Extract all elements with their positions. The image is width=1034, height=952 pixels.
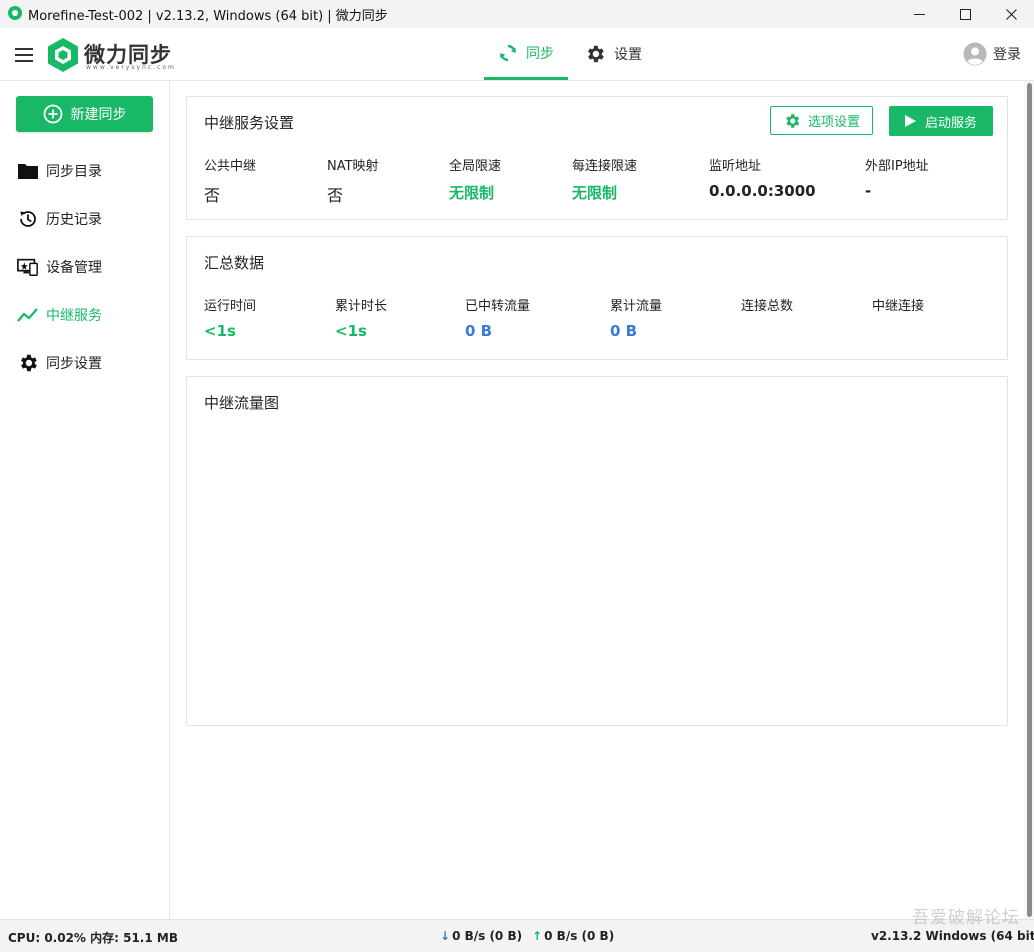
main-scrollbar[interactable] [1024,81,1034,919]
options-settings-label: 选项设置 [807,115,860,130]
stat-per-connection-limit: 每连接限速 无限制 [572,155,637,203]
options-settings-button[interactable]: 选项设置 [770,106,873,135]
cpu-memory-status: CPU: 0.02% 内存: 51.1 MB [8,931,178,945]
stat-value: 无限制 [572,184,618,202]
download-rate: 0 B/s (0 B) [452,929,523,943]
close-button[interactable] [988,0,1034,28]
user-avatar-icon [963,42,987,66]
stat-label: 累计时长 [335,299,388,314]
login-label: 登录 [993,47,1021,63]
stat-external-ip: 外部IP地址 - [865,155,929,200]
brand-url: www.verysync.com [86,64,176,71]
stat-public-relay: 公共中继 否 [204,155,256,206]
stat-value: - [865,182,872,200]
main-content: 中继服务设置 选项设置 启动服务 公共中继 否 NAT映射 否 全局限速 无限制… [170,81,1024,919]
sidebar-item-relay-service[interactable]: 中继服务 [0,295,169,335]
stat-label: 连接总数 [741,299,794,314]
card-title: 中继流量图 [204,394,280,412]
menu-icon[interactable] [15,48,33,62]
stat-total-duration: 累计时长 <1s [335,295,387,340]
stat-label: 外部IP地址 [865,159,929,174]
sidebar-item-label: 中继服务 [46,308,102,324]
tab-settings-label: 设置 [614,47,642,63]
card-title: 中继服务设置 [204,114,295,132]
status-bar: CPU: 0.02% 内存: 51.1 MB ↓ 0 B/s (0 B) ↑ 0… [0,919,1034,952]
sidebar-item-sync-settings[interactable]: 同步设置 [0,343,169,383]
app-icon [8,6,22,20]
sidebar: 新建同步 同步目录 历史记录 设备管理 中继服务 同步设置 [0,81,170,919]
summary-card: 汇总数据 运行时间 <1s 累计时长 <1s 已中转流量 0 B 累计流量 0 … [186,236,1008,360]
sidebar-item-history[interactable]: 历史记录 [0,199,169,239]
forum-watermark: 吾爱破解论坛 [912,908,1020,928]
stat-label: 监听地址 [709,159,762,174]
stat-relay-connections: 中继连接 [872,295,924,322]
stat-value: 0 B [465,322,493,340]
stat-value: <1s [204,322,236,340]
stat-label: 全局限速 [449,159,502,174]
card-title: 汇总数据 [204,254,265,272]
stat-label: 中继连接 [872,299,925,314]
stat-uptime: 运行时间 <1s [204,295,256,340]
sync-icon [500,44,516,61]
sidebar-item-devices[interactable]: 设备管理 [0,247,169,287]
logo-icon [48,38,78,72]
stat-value: 无限制 [449,184,495,202]
upload-arrow-icon: ↑ [532,929,543,943]
stat-total-traffic: 累计流量 0 B [610,295,662,340]
start-service-label: 启动服务 [924,115,977,131]
history-icon [17,208,39,230]
relay-settings-card: 中继服务设置 选项设置 启动服务 公共中继 否 NAT映射 否 全局限速 无限制… [186,96,1008,220]
stat-listen-address: 监听地址 0.0.0.0:3000 [709,155,816,200]
new-sync-label: 新建同步 [70,107,127,123]
gear-icon [17,352,39,374]
stat-nat-mapping: NAT映射 否 [327,155,379,206]
stat-value: 否 [204,186,221,205]
app-header: 微力同步 www.verysync.com 同步 设置 登录 [0,28,1034,81]
gear-icon [786,113,800,128]
transfer-rate-status: ↓ 0 B/s (0 B) ↑ 0 B/s (0 B) [440,929,614,943]
tab-settings[interactable]: 设置 [578,28,648,80]
login-button[interactable]: 登录 [963,42,1021,66]
stat-value: 否 [327,186,344,205]
window-title: Morefine-Test-002 | v2.13.2, Windows (64… [28,9,388,24]
sidebar-item-label: 同步目录 [46,164,102,180]
version-status: v2.13.2 Windows (64 bit) [871,929,1034,943]
gear-icon [588,45,604,63]
minimize-button[interactable] [896,0,942,28]
window-titlebar: Morefine-Test-002 | v2.13.2, Windows (64… [0,0,1034,28]
stat-label: 已中转流量 [465,299,531,314]
stat-label: 累计流量 [610,299,663,314]
download-arrow-icon: ↓ [440,929,451,943]
stat-label: 运行时间 [204,299,257,314]
folder-icon [17,160,39,182]
close-icon [1005,8,1017,20]
sidebar-item-label: 同步设置 [46,356,102,372]
sidebar-item-label: 历史记录 [46,212,102,228]
play-icon [904,115,916,127]
traffic-chart-card: 中继流量图 [186,376,1008,726]
stat-relayed-traffic: 已中转流量 0 B [465,295,530,340]
stat-label: NAT映射 [327,159,379,174]
plus-circle-icon [43,104,62,124]
stat-global-limit: 全局限速 无限制 [449,155,501,203]
stat-label: 公共中继 [204,159,257,174]
new-sync-button[interactable]: 新建同步 [16,96,153,132]
stat-value: 0 B [610,322,638,340]
tab-sync[interactable]: 同步 [484,28,568,80]
minimize-icon [913,13,925,15]
device-icon [17,256,39,278]
trend-icon [17,304,39,326]
tab-sync-label: 同步 [526,45,554,62]
sidebar-item-label: 设备管理 [46,260,102,276]
maximize-button[interactable] [942,0,988,28]
maximize-icon [959,8,971,20]
stat-value: <1s [335,322,367,340]
stat-label: 每连接限速 [572,159,638,174]
start-service-button[interactable]: 启动服务 [889,106,993,136]
upload-rate: 0 B/s (0 B) [544,929,615,943]
stat-value: 0.0.0.0:3000 [709,182,816,200]
scrollbar-thumb[interactable] [1027,83,1032,917]
stat-total-connections: 连接总数 [741,295,793,322]
sidebar-item-sync-folders[interactable]: 同步目录 [0,151,169,191]
